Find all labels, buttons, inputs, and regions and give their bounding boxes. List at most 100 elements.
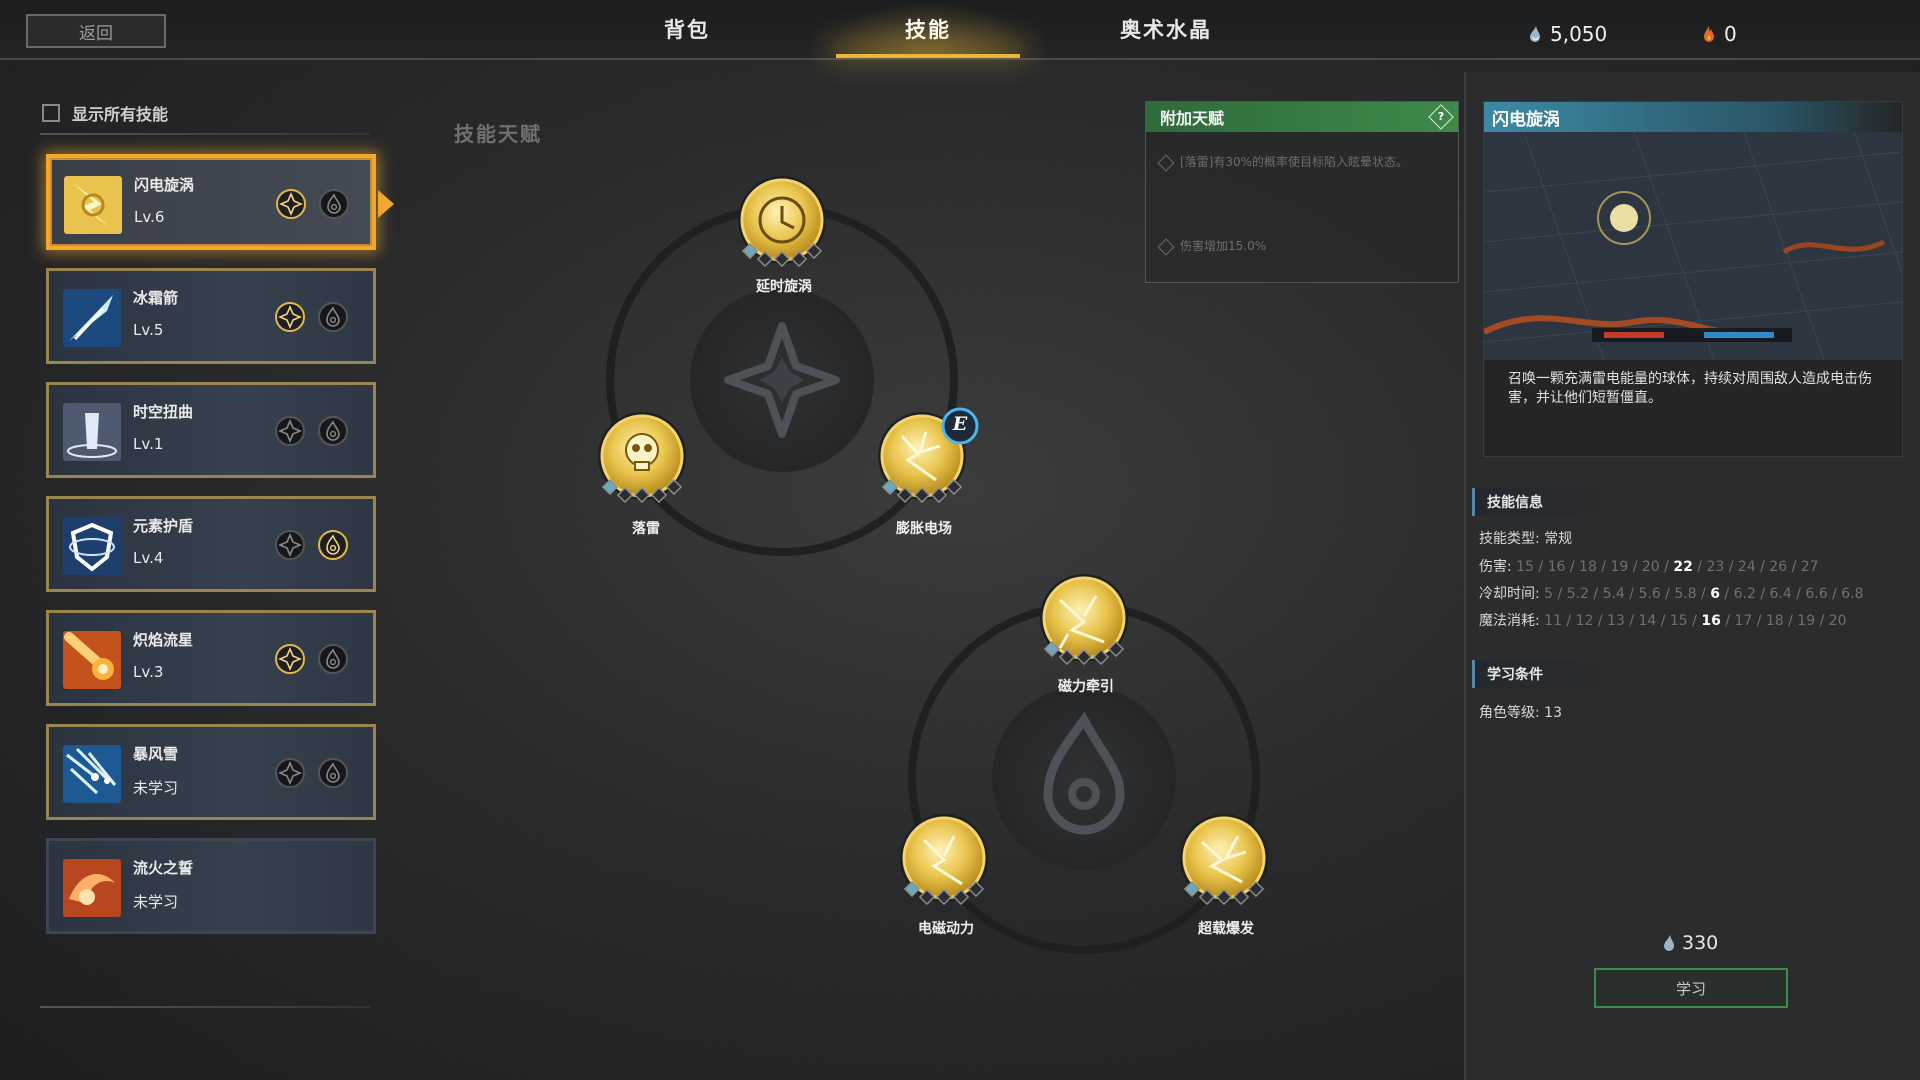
cooldown-label: 冷却时间: (1479, 586, 1540, 602)
talent-tree-canvas (598, 176, 1268, 954)
show-all-label: 显示所有技能 (72, 105, 169, 124)
mana-current: 16 (1701, 613, 1721, 629)
skill-card-flowing-fire-oath[interactable]: 流火之誓 未学习 (46, 838, 376, 934)
talent-label-overload-burst: 超载爆发 (1198, 921, 1254, 937)
skill-info-header: 技能信息 (1472, 488, 1632, 516)
talent-node-overload-burst[interactable] (1180, 814, 1268, 906)
cooldown-current: 6 (1710, 586, 1720, 602)
talent-node-delayed-vortex[interactable] (738, 176, 826, 268)
skill-level: Lv.5 (133, 321, 164, 339)
blizzard-icon (63, 745, 121, 803)
show-all-checkbox[interactable] (42, 104, 60, 122)
skill-level: Lv.4 (133, 549, 164, 567)
talent-label-magnetic-pull: 磁力牵引 (1058, 679, 1114, 695)
flame-rune-icon[interactable] (317, 529, 349, 561)
talent-effect-text: [落雷]有30%的概率使目标陷入眩晕状态。 (1180, 155, 1409, 169)
star-rune-icon[interactable] (274, 301, 306, 333)
skill-name: 闪电旋涡 (134, 176, 195, 194)
flame-rune-icon[interactable] (317, 415, 349, 447)
frost-arrow-icon (63, 289, 121, 347)
skill-description: 召唤一颗充满雷电能量的球体，持续对周围敌人造成电击伤害，并让他们短暂僵直。 (1508, 371, 1872, 406)
show-all-skills-toggle[interactable]: 显示所有技能 (42, 101, 168, 125)
selected-arrow (378, 190, 394, 218)
section-title: 技能天赋 (454, 122, 542, 146)
skill-name: 暴风雪 (133, 745, 179, 763)
top-bar: 返回 背包 技能 奥术水晶 5,050 0 (0, 0, 1920, 60)
damage-values-after: / 23 / 24 / 26 / 27 (1692, 559, 1819, 575)
talent-node-thunderfall[interactable] (598, 412, 686, 504)
time-warp-icon (63, 403, 121, 461)
mana-values-before: 11 / 12 / 13 / 14 / 15 / (1544, 613, 1702, 629)
elemental-shield-icon (63, 517, 121, 575)
fire-amount: 0 (1724, 22, 1737, 46)
damage-row: 伤害: 15 / 16 / 18 / 19 / 20 / 22 / 23 / 2… (1479, 556, 1819, 576)
skill-level: 未学习 (133, 893, 179, 911)
skill-level: Lv.3 (133, 663, 164, 681)
mana-currency: 5,050 (1528, 22, 1607, 46)
skill-type-row: 技能类型: 常规 (1479, 528, 1572, 548)
star-rune-icon[interactable] (275, 188, 307, 220)
learn-requirement-header: 学习条件 (1472, 660, 1632, 688)
skill-name: 冰霜箭 (133, 289, 179, 307)
talent-effect-1: [落雷]有30%的概率使目标陷入眩晕状态。 (1157, 154, 1446, 172)
flame-rune-icon[interactable] (317, 757, 349, 789)
skill-level: 未学习 (133, 779, 179, 797)
cooldown-row: 冷却时间: 5 / 5.2 / 5.4 / 5.6 / 5.8 / 6 / 6.… (1479, 583, 1864, 603)
fire-icon (1704, 26, 1714, 42)
skill-type-label: 技能类型: (1479, 531, 1540, 547)
flowing-fire-oath-icon (63, 859, 121, 917)
talent-label-electromagnetic-drive: 电磁动力 (918, 921, 974, 937)
bonus-talent-box: 附加天赋 ? [落雷]有30%的概率使目标陷入眩晕状态。 伤害增加15.0% (1145, 101, 1459, 283)
tab-skills[interactable]: 技能 (905, 14, 951, 44)
mana-drop-icon (1664, 935, 1674, 951)
diamond-bullet-icon (1157, 238, 1175, 256)
skill-card-elemental-shield[interactable]: 元素护盾 Lv.4 (46, 496, 376, 592)
skill-card-lightning-vortex[interactable]: 闪电旋涡 Lv.6 (46, 154, 376, 250)
cooldown-values-after: / 6.2 / 6.4 / 6.6 / 6.8 (1719, 586, 1864, 602)
star-rune-icon[interactable] (274, 757, 306, 789)
lightning-vortex-icon (64, 176, 122, 234)
bonus-talent-header: 附加天赋 ? (1146, 102, 1458, 132)
talent-effect-2: 伤害增加15.0% (1157, 238, 1446, 256)
diamond-bullet-icon (1157, 154, 1175, 172)
skill-card-time-warp[interactable]: 时空扭曲 Lv.1 (46, 382, 376, 478)
talent-label-expanding-field: 膨胀电场 (896, 521, 952, 537)
talent-label-delayed-vortex: 延时旋涡 (756, 279, 812, 295)
star-rune-icon[interactable] (274, 529, 306, 561)
tab-inventory[interactable]: 背包 (664, 14, 710, 44)
skill-name: 炽焰流星 (133, 631, 194, 649)
back-button[interactable]: 返回 (26, 14, 166, 48)
flame-rune-icon[interactable] (317, 643, 349, 675)
talent-effect-text: 伤害增加15.0% (1180, 239, 1267, 253)
fire-currency: 0 (1702, 22, 1737, 46)
skill-name: 时空扭曲 (133, 403, 194, 421)
talent-node-magnetic-pull[interactable] (1040, 574, 1128, 666)
active-tab-underline (836, 54, 1020, 58)
learn-button[interactable]: 学习 (1594, 968, 1788, 1008)
left-divider (40, 133, 370, 135)
damage-label: 伤害: (1479, 559, 1512, 575)
skill-card-blazing-meteor[interactable]: 炽焰流星 Lv.3 (46, 610, 376, 706)
skill-preview: 闪电旋涡 召唤一颗充满雷电能量的球体，持续对周围敌人造成电击伤害，并让他们短暂僵… (1483, 101, 1903, 457)
mana-cost-row: 魔法消耗: 11 / 12 / 13 / 14 / 15 / 16 / 17 /… (1479, 610, 1847, 630)
skill-level: Lv.1 (133, 435, 164, 453)
cooldown-values-before: 5 / 5.2 / 5.4 / 5.6 / 5.8 / (1544, 586, 1711, 602)
mana-amount: 5,050 (1550, 22, 1608, 46)
help-icon[interactable]: ? (1428, 104, 1454, 130)
skill-card-blizzard[interactable]: 暴风雪 未学习 (46, 724, 376, 820)
skill-detail-title: 闪电旋涡 (1484, 102, 1902, 132)
flame-rune-icon[interactable] (318, 188, 350, 220)
skill-card-frost-arrow[interactable]: 冰霜箭 Lv.5 (46, 268, 376, 364)
flame-rune-icon[interactable] (317, 301, 349, 333)
star-rune-icon[interactable] (274, 643, 306, 675)
skill-level: Lv.6 (134, 208, 165, 226)
tab-arcane-crystal[interactable]: 奥术水晶 (1120, 14, 1212, 44)
damage-current: 22 (1673, 559, 1693, 575)
talent-node-electromagnetic-drive[interactable] (900, 814, 988, 906)
equipped-badge-letter: E (952, 413, 968, 435)
skill-preview-image (1484, 132, 1902, 360)
mana-values-after: / 17 / 18 / 19 / 20 (1720, 613, 1847, 629)
talent-label-thunderfall: 落雷 (632, 521, 660, 537)
star-rune-icon[interactable] (274, 415, 306, 447)
mana-cost-label: 魔法消耗: (1479, 613, 1540, 629)
